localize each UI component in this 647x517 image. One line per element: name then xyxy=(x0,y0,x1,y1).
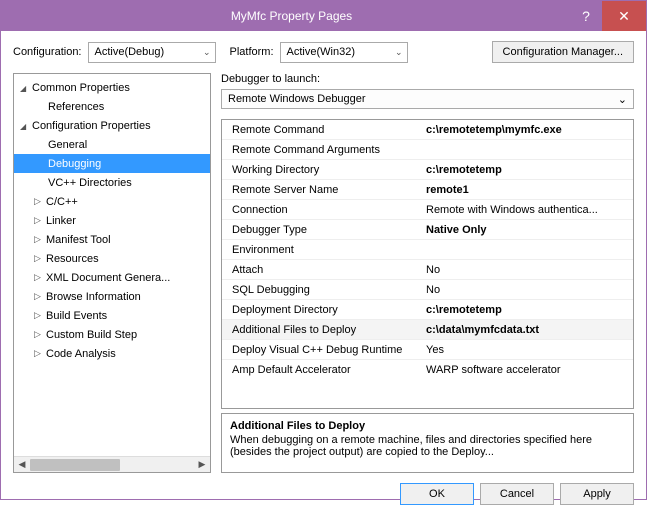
property-row[interactable]: Deploy Visual C++ Debug RuntimeYes xyxy=(222,340,633,360)
property-row[interactable]: Additional Files to Deployc:\data\mymfcd… xyxy=(222,320,633,340)
description-panel: Additional Files to Deploy When debuggin… xyxy=(221,413,634,473)
platform-combo[interactable]: Active(Win32)⌄ xyxy=(280,42,408,63)
debugger-launch-combo[interactable]: Remote Windows Debugger⌄ xyxy=(221,89,634,109)
tree-manifest-tool[interactable]: Manifest Tool xyxy=(14,230,210,249)
tree-common-properties[interactable]: Common Properties xyxy=(14,78,210,97)
cancel-button[interactable]: Cancel xyxy=(480,483,554,505)
property-key: Remote Server Name xyxy=(222,184,422,196)
tree-scrollbar[interactable]: ◀ ▶ xyxy=(14,456,210,472)
property-row[interactable]: Amp Default AcceleratorWARP software acc… xyxy=(222,360,633,380)
configuration-manager-button[interactable]: Configuration Manager... xyxy=(492,41,634,63)
property-key: Amp Default Accelerator xyxy=(222,364,422,376)
tree-general[interactable]: General xyxy=(14,135,210,154)
property-row[interactable]: Remote Server Nameremote1 xyxy=(222,180,633,200)
property-value[interactable]: c:\remotetemp xyxy=(422,164,633,176)
property-value[interactable]: Remote with Windows authentica... xyxy=(422,204,633,216)
property-row[interactable]: ConnectionRemote with Windows authentica… xyxy=(222,200,633,220)
property-row[interactable]: Remote Command Arguments xyxy=(222,140,633,160)
property-key: Connection xyxy=(222,204,422,216)
tree-cpp[interactable]: C/C++ xyxy=(14,192,210,211)
property-value[interactable]: c:\data\mymfcdata.txt xyxy=(422,324,633,336)
tree-view[interactable]: Common Properties References Configurati… xyxy=(13,73,211,473)
property-row[interactable]: Remote Commandc:\remotetemp\mymfc.exe xyxy=(222,120,633,140)
scroll-left-icon[interactable]: ◀ xyxy=(14,457,30,473)
property-value[interactable]: c:\remotetemp\mymfc.exe xyxy=(422,124,633,136)
tree-build-events[interactable]: Build Events xyxy=(14,306,210,325)
titlebar: MyMfc Property Pages ? ✕ xyxy=(1,1,646,31)
tree-linker[interactable]: Linker xyxy=(14,211,210,230)
property-key: Additional Files to Deploy xyxy=(222,324,422,336)
description-body: When debugging on a remote machine, file… xyxy=(230,434,625,458)
help-button[interactable]: ? xyxy=(570,1,602,31)
property-key: SQL Debugging xyxy=(222,284,422,296)
configuration-combo[interactable]: Active(Debug)⌄ xyxy=(88,42,216,63)
property-key: Debugger Type xyxy=(222,224,422,236)
property-grid[interactable]: Remote Commandc:\remotetemp\mymfc.exeRem… xyxy=(221,119,634,409)
property-row[interactable]: Deployment Directoryc:\remotetemp xyxy=(222,300,633,320)
tree-configuration-properties[interactable]: Configuration Properties xyxy=(14,116,210,135)
tree-browse-info[interactable]: Browse Information xyxy=(14,287,210,306)
property-key: Attach xyxy=(222,264,422,276)
tree-code-analysis[interactable]: Code Analysis xyxy=(14,344,210,363)
tree-references[interactable]: References xyxy=(14,97,210,116)
debugger-launch-label: Debugger to launch: xyxy=(221,73,634,85)
property-value[interactable]: Yes xyxy=(422,344,633,356)
property-key: Remote Command Arguments xyxy=(222,144,422,156)
configuration-bar: Configuration: Active(Debug)⌄ Platform: … xyxy=(13,41,634,63)
platform-label: Platform: xyxy=(230,46,274,58)
property-key: Remote Command xyxy=(222,124,422,136)
property-row[interactable]: AttachNo xyxy=(222,260,633,280)
property-value[interactable]: Native Only xyxy=(422,224,633,236)
description-title: Additional Files to Deploy xyxy=(230,420,625,432)
configuration-label: Configuration: xyxy=(13,46,82,58)
scroll-right-icon[interactable]: ▶ xyxy=(194,457,210,473)
property-row[interactable]: SQL DebuggingNo xyxy=(222,280,633,300)
chevron-down-icon: ⌄ xyxy=(203,47,211,58)
tree-xml-doc[interactable]: XML Document Genera... xyxy=(14,268,210,287)
tree-debugging[interactable]: Debugging xyxy=(14,154,210,173)
property-key: Working Directory xyxy=(222,164,422,176)
property-key: Environment xyxy=(222,244,422,256)
property-value[interactable]: remote1 xyxy=(422,184,633,196)
close-button[interactable]: ✕ xyxy=(602,1,646,31)
chevron-down-icon: ⌄ xyxy=(618,93,627,106)
property-key: Deployment Directory xyxy=(222,304,422,316)
tree-vc-directories[interactable]: VC++ Directories xyxy=(14,173,210,192)
property-value[interactable]: WARP software accelerator xyxy=(422,364,633,376)
tree-custom-build[interactable]: Custom Build Step xyxy=(14,325,210,344)
tree-resources[interactable]: Resources xyxy=(14,249,210,268)
property-row[interactable]: Debugger TypeNative Only xyxy=(222,220,633,240)
property-row[interactable]: Working Directoryc:\remotetemp xyxy=(222,160,633,180)
apply-button[interactable]: Apply xyxy=(560,483,634,505)
property-value[interactable]: No xyxy=(422,264,633,276)
property-key: Deploy Visual C++ Debug Runtime xyxy=(222,344,422,356)
property-value[interactable]: No xyxy=(422,284,633,296)
ok-button[interactable]: OK xyxy=(400,483,474,505)
property-value[interactable]: c:\remotetemp xyxy=(422,304,633,316)
chevron-down-icon: ⌄ xyxy=(395,47,403,58)
property-row[interactable]: Environment xyxy=(222,240,633,260)
window-title: MyMfc Property Pages xyxy=(13,9,570,23)
dialog-footer: OK Cancel Apply xyxy=(13,483,634,505)
